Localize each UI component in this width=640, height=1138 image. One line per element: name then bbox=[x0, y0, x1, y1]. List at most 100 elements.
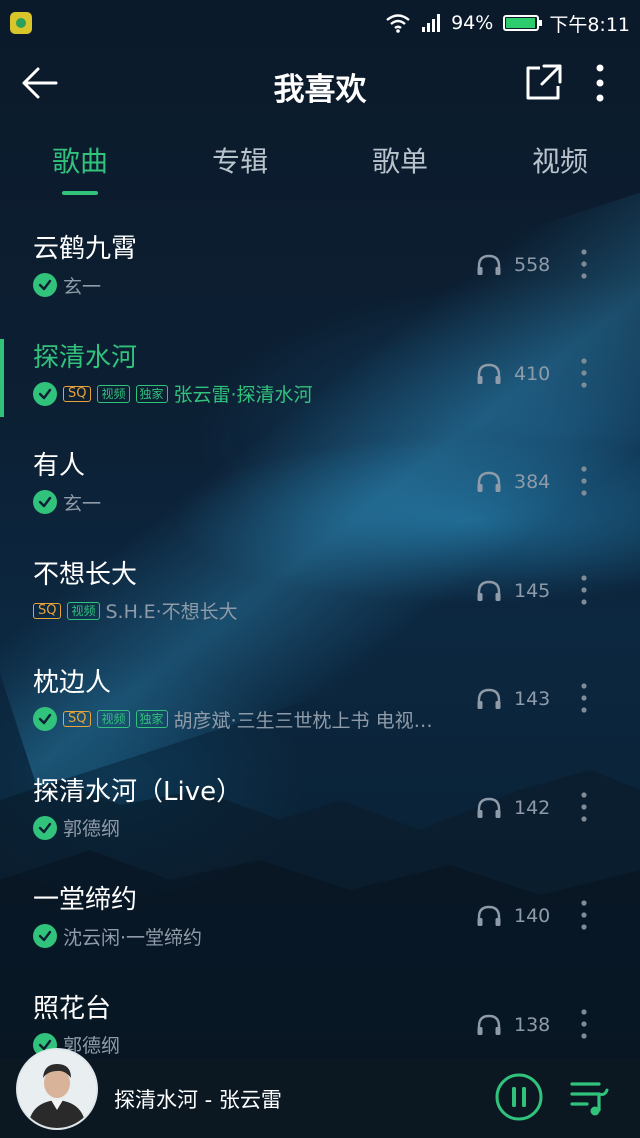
headphones-icon bbox=[477, 471, 501, 492]
song-meta: SQ 视频 S.H.E·不想长大 bbox=[33, 598, 238, 624]
song-list: 云鹤九霄 玄一 558 探清水河 SQ 视频 独家 张云雷·探清水河 410 有人 玄一 384 不想长… bbox=[0, 198, 640, 1058]
song-row[interactable]: 云鹤九霄玄一 558 bbox=[0, 198, 640, 307]
song-title: 探清水河 bbox=[33, 342, 138, 373]
play-count-value: 145 bbox=[514, 579, 551, 602]
downloaded-check-icon bbox=[33, 273, 57, 297]
headphones-icon bbox=[477, 905, 501, 926]
song-artist-album: 胡彦斌·三生三世枕上书 电视… bbox=[173, 709, 433, 732]
song-more-icon[interactable] bbox=[572, 1004, 596, 1044]
exclusive-badge: 独家 bbox=[135, 384, 168, 403]
headphones-icon bbox=[477, 254, 501, 275]
song-row[interactable]: 探清水河 SQ 视频 独家 张云雷·探清水河 410 bbox=[0, 307, 640, 417]
tab-albums-label: 专辑 bbox=[211, 145, 268, 178]
sq-quality-badge: SQ bbox=[63, 385, 92, 402]
tab-albums[interactable]: 专辑 bbox=[160, 126, 320, 198]
clock: 下午8:11 bbox=[549, 13, 630, 36]
song-more-icon[interactable] bbox=[572, 895, 596, 935]
song-title: 不想长大 bbox=[33, 559, 138, 590]
video-badge: 视频 bbox=[97, 710, 130, 728]
song-meta: 沈云闲·一堂缔约 bbox=[33, 923, 202, 949]
mini-player[interactable]: 探清水河 - 张云雷 bbox=[0, 1050, 640, 1138]
headphones-icon bbox=[477, 688, 501, 709]
tab-playlists-label: 歌单 bbox=[371, 145, 428, 178]
song-more-icon[interactable] bbox=[572, 244, 596, 284]
song-artist-album: 玄一 bbox=[63, 275, 102, 298]
tab-videos-label: 视频 bbox=[531, 145, 588, 178]
play-count: 140 bbox=[476, 903, 550, 929]
headphones-icon bbox=[477, 797, 501, 818]
tab-active-indicator bbox=[62, 191, 98, 195]
tab-songs-label: 歌曲 bbox=[51, 145, 108, 178]
battery-icon bbox=[503, 15, 543, 31]
song-title: 有人 bbox=[33, 451, 86, 481]
song-row[interactable]: 不想长大 SQ 视频 S.H.E·不想长大 145 bbox=[0, 524, 640, 633]
song-title: 枕边人 bbox=[33, 668, 112, 698]
tab-playlists[interactable]: 歌单 bbox=[320, 126, 480, 198]
downloaded-check-icon bbox=[33, 707, 57, 731]
play-count-value: 142 bbox=[514, 796, 551, 819]
song-more-icon[interactable] bbox=[572, 461, 596, 501]
downloaded-check-icon bbox=[33, 490, 57, 514]
song-artist-album: 郭德纲 bbox=[63, 818, 121, 840]
app-notification-icon bbox=[10, 12, 32, 34]
downloaded-check-icon bbox=[33, 924, 57, 948]
song-title: 探清水河（Live） bbox=[33, 776, 243, 807]
play-count-value: 143 bbox=[514, 688, 551, 710]
song-more-icon[interactable] bbox=[572, 787, 596, 827]
tab-bar: 歌曲 专辑 歌单 视频 bbox=[0, 126, 640, 198]
headphones-icon bbox=[477, 363, 501, 384]
tab-videos[interactable]: 视频 bbox=[480, 126, 640, 198]
song-row[interactable]: 枕边人 SQ 视频 独家 胡彦斌·三生三世枕上书 电视… 143 bbox=[0, 632, 640, 741]
downloaded-check-icon bbox=[33, 815, 57, 840]
title-bar: 我喜欢 bbox=[0, 46, 640, 120]
play-count-value: 138 bbox=[514, 1013, 551, 1036]
song-row[interactable]: 一堂缔约沈云闲·一堂缔约 140 bbox=[0, 849, 640, 958]
song-more-icon[interactable] bbox=[572, 353, 596, 393]
song-meta: SQ 视频 独家 张云雷·探清水河 bbox=[33, 381, 313, 407]
artist-avatar-image bbox=[18, 1050, 96, 1128]
playlist-icon[interactable] bbox=[569, 1078, 611, 1118]
album-cover[interactable] bbox=[18, 1050, 96, 1128]
video-badge: 视频 bbox=[97, 384, 130, 403]
play-count: 142 bbox=[476, 795, 550, 821]
song-meta: 玄一 bbox=[33, 272, 101, 298]
headphones-icon bbox=[477, 580, 501, 601]
status-bar: 94% 下午8:11 bbox=[0, 0, 640, 46]
song-row[interactable]: 照花台 郭德纲 138 bbox=[0, 958, 640, 1059]
play-count: 410 bbox=[476, 361, 550, 387]
song-row[interactable]: 有人玄一 384 bbox=[0, 415, 640, 524]
downloaded-check-icon bbox=[33, 381, 57, 406]
play-count: 558 bbox=[476, 252, 550, 278]
play-count: 145 bbox=[476, 578, 550, 604]
play-count-value: 558 bbox=[514, 254, 551, 276]
play-count-value: 410 bbox=[514, 362, 551, 385]
sq-quality-badge: SQ bbox=[63, 711, 92, 727]
song-row[interactable]: 探清水河（Live） 郭德纲 142 bbox=[0, 741, 640, 850]
play-count: 384 bbox=[476, 469, 550, 495]
song-artist-album: S.H.E·不想长大 bbox=[105, 601, 238, 623]
song-title: 一堂缔约 bbox=[33, 885, 138, 915]
song-meta: 郭德纲 bbox=[33, 815, 120, 841]
song-title: 照花台 bbox=[33, 993, 112, 1024]
play-count-value: 384 bbox=[514, 471, 551, 493]
song-artist-album: 张云雷·探清水河 bbox=[173, 384, 313, 406]
wifi-icon bbox=[386, 14, 410, 33]
song-meta: SQ 视频 独家 胡彦斌·三生三世枕上书 电视… bbox=[33, 706, 433, 732]
song-more-icon[interactable] bbox=[572, 570, 596, 610]
exclusive-badge: 独家 bbox=[135, 710, 168, 728]
video-badge: 视频 bbox=[67, 601, 100, 620]
sq-quality-badge: SQ bbox=[33, 602, 62, 619]
now-playing-title: 探清水河 - 张云雷 bbox=[114, 1088, 282, 1112]
more-options-icon[interactable] bbox=[585, 62, 615, 104]
pause-icon[interactable] bbox=[494, 1072, 544, 1122]
play-count: 138 bbox=[476, 1012, 550, 1038]
play-count-value: 140 bbox=[514, 905, 551, 927]
song-title: 云鹤九霄 bbox=[33, 234, 138, 264]
song-meta: 玄一 bbox=[33, 489, 101, 515]
tab-songs[interactable]: 歌曲 bbox=[0, 126, 160, 198]
song-more-icon[interactable] bbox=[572, 678, 596, 718]
battery-percent: 94% bbox=[451, 12, 494, 34]
now-playing-indicator bbox=[0, 338, 4, 417]
song-artist-album: 沈云闲·一堂缔约 bbox=[63, 926, 203, 949]
share-icon[interactable] bbox=[522, 62, 564, 104]
